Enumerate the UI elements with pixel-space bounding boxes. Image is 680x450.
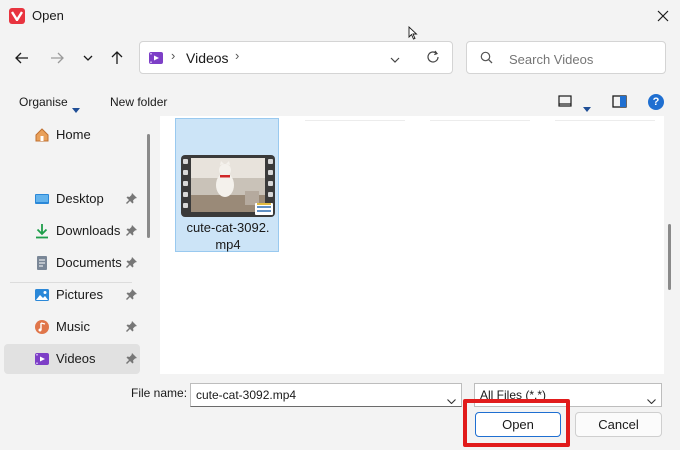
chevron-down-icon xyxy=(83,55,93,61)
sidebar-item-label: Documents xyxy=(56,255,122,270)
organise-menu-button[interactable]: Organise xyxy=(19,95,68,109)
caret-down-icon[interactable] xyxy=(72,101,80,116)
sidebar-item-documents[interactable]: Documents xyxy=(4,248,140,278)
view-mode-icon[interactable] xyxy=(558,95,572,110)
arrow-left-icon xyxy=(15,52,28,64)
chevron-down-icon xyxy=(647,399,656,405)
chevron-down-icon xyxy=(447,399,456,405)
document-icon xyxy=(37,256,47,270)
file-type-dropdown[interactable] xyxy=(647,392,656,407)
file-list-scrollbar[interactable] xyxy=(668,224,671,290)
file-name-input[interactable]: cute-cat-3092.mp4 xyxy=(190,383,462,407)
mouse-cursor-icon xyxy=(408,26,418,40)
arrow-right-icon xyxy=(51,52,64,64)
file-name-value: cute-cat-3092.mp4 xyxy=(196,388,297,402)
pin-icon[interactable] xyxy=(126,321,137,332)
refresh-button[interactable] xyxy=(426,50,440,67)
videos-icon xyxy=(35,353,49,365)
file-item[interactable]: cute-cat-3092. mp4 xyxy=(175,118,279,252)
divider xyxy=(305,120,405,121)
pin-icon[interactable] xyxy=(126,193,137,204)
up-button[interactable] xyxy=(103,44,131,72)
sidebar-item-label: Downloads xyxy=(56,223,121,238)
sidebar-item-label: Home xyxy=(56,127,91,142)
window-title: Open xyxy=(32,8,64,23)
sidebar-item-downloads[interactable]: Downloads xyxy=(4,216,140,246)
forward-button[interactable] xyxy=(43,44,71,72)
download-icon xyxy=(36,224,48,239)
address-history-dropdown[interactable] xyxy=(390,51,400,66)
home-icon xyxy=(35,128,49,142)
divider xyxy=(555,120,655,121)
sidebar-item-music[interactable]: Music xyxy=(4,312,140,342)
caret-down-icon[interactable] xyxy=(583,100,591,115)
sidebar-scrollbar[interactable] xyxy=(147,134,150,238)
arrow-up-icon xyxy=(111,51,123,64)
sidebar-item-videos[interactable]: Videos xyxy=(4,344,140,374)
recent-locations-button[interactable] xyxy=(74,44,102,72)
file-list[interactable]: cute-cat-3092. mp4 xyxy=(160,116,664,374)
sidebar-item-desktop[interactable]: Desktop xyxy=(4,184,140,214)
close-icon xyxy=(657,10,669,22)
file-name-label: File name: xyxy=(131,386,188,400)
pin-icon[interactable] xyxy=(126,353,137,364)
pin-icon[interactable] xyxy=(126,225,137,236)
breadcrumb-videos[interactable]: Videos xyxy=(186,50,229,66)
search-box[interactable] xyxy=(466,41,666,74)
breadcrumb-chevron[interactable]: › xyxy=(235,48,239,63)
back-button[interactable] xyxy=(8,44,36,72)
search-icon xyxy=(480,51,493,67)
title-bar xyxy=(0,0,680,32)
videos-folder-icon xyxy=(148,50,164,66)
help-icon[interactable]: ? xyxy=(648,94,664,110)
desktop-icon xyxy=(35,194,49,204)
breadcrumb-separator: › xyxy=(171,48,176,63)
sidebar-item-label: Music xyxy=(56,319,90,334)
pictures-icon xyxy=(35,289,49,301)
sidebar-item-label: Videos xyxy=(56,351,96,366)
highlight-box xyxy=(463,399,570,447)
file-name-label: cute-cat-3092. mp4 xyxy=(176,219,280,253)
chevron-down-icon xyxy=(390,57,400,63)
address-bar[interactable]: › Videos › xyxy=(139,41,453,74)
search-input[interactable] xyxy=(507,51,661,68)
music-icon xyxy=(35,320,49,334)
divider xyxy=(430,120,530,121)
file-name-line: mp4 xyxy=(215,237,241,252)
pin-icon[interactable] xyxy=(126,257,137,268)
sidebar-item-pictures[interactable]: Pictures xyxy=(4,280,140,310)
new-folder-button[interactable]: New folder xyxy=(110,95,167,109)
close-button[interactable] xyxy=(646,2,680,30)
vivaldi-icon xyxy=(9,8,25,24)
sidebar-item-label: Desktop xyxy=(56,191,104,206)
command-bar: Organise New folder xyxy=(0,88,680,116)
sidebar-item-label: Pictures xyxy=(56,287,103,302)
navigation-pane: Home Desktop Downloads Documents Picture… xyxy=(0,116,158,374)
sidebar-item-home[interactable]: Home xyxy=(4,120,140,150)
file-name-line: cute-cat-3092. xyxy=(186,220,270,235)
cancel-button[interactable]: Cancel xyxy=(575,412,662,437)
preview-pane-icon[interactable] xyxy=(612,95,627,111)
pin-icon[interactable] xyxy=(126,289,137,300)
refresh-icon xyxy=(427,50,439,63)
file-name-dropdown[interactable] xyxy=(447,392,456,407)
video-thumbnail xyxy=(181,155,275,217)
